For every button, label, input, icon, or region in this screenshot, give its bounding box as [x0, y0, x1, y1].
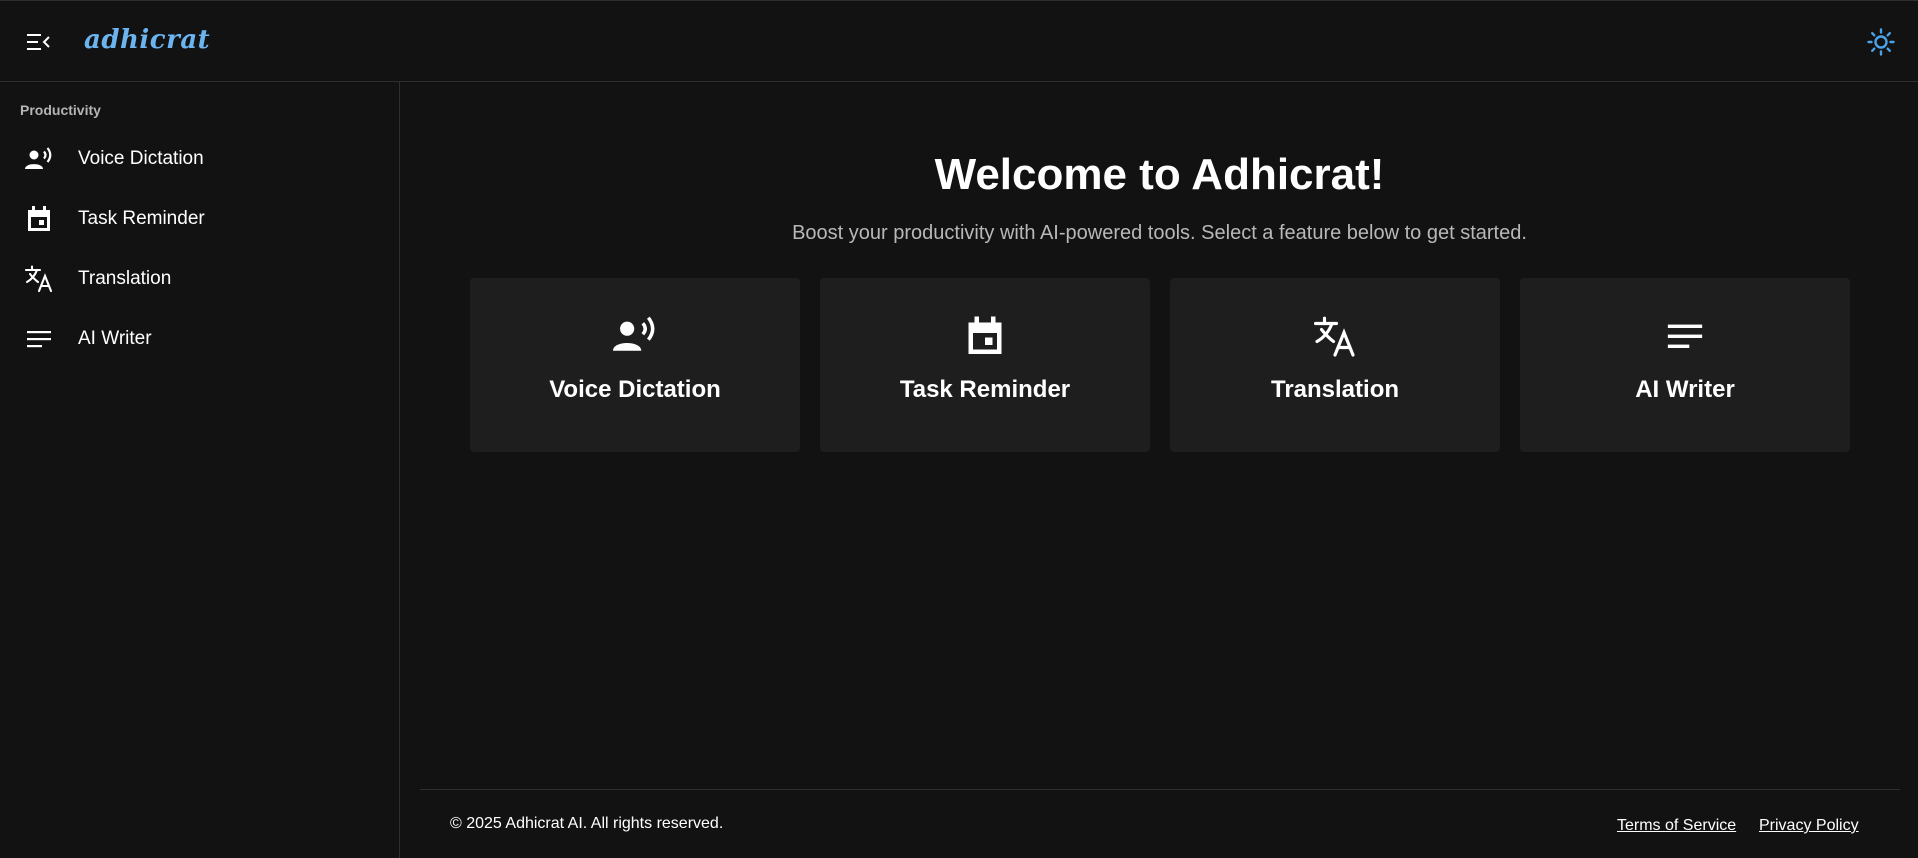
sidebar-item-ai-writer[interactable]: AI Writer [0, 309, 399, 369]
feature-card-ai-writer[interactable]: AI Writer [1520, 278, 1850, 452]
sidebar-item-voice-dictation[interactable]: Voice Dictation [0, 129, 399, 189]
main-content: Welcome to Adhicrat! Boost your producti… [401, 82, 1918, 858]
feature-card-task-reminder[interactable]: Task Reminder [820, 278, 1150, 452]
sidebar-item-label: Task Reminder [78, 208, 205, 229]
calendar-event-icon [820, 316, 1150, 360]
feature-card-label: Voice Dictation [549, 376, 721, 403]
feature-card-voice-dictation[interactable]: Voice Dictation [470, 278, 800, 452]
sidebar-item-task-reminder[interactable]: Task Reminder [0, 189, 399, 249]
top-app-bar: adhicrat [0, 0, 1918, 82]
record-voice-icon [470, 316, 800, 360]
sidebar-section-label: Productivity [20, 102, 101, 118]
feature-card-label: Translation [1270, 376, 1400, 403]
translate-icon [1170, 316, 1500, 360]
menu-collapse-icon[interactable] [22, 27, 56, 57]
sidebar-item-label: Voice Dictation [78, 148, 204, 169]
record-voice-icon [24, 144, 54, 174]
translate-icon [24, 264, 54, 294]
feature-card-label: Task Reminder [899, 376, 1071, 403]
privacy-policy-link[interactable]: Privacy Policy [1759, 817, 1859, 835]
footer-divider [420, 789, 1900, 790]
app-logo[interactable]: adhicrat [84, 25, 210, 55]
notes-icon [24, 324, 54, 354]
page-subtitle: Boost your productivity with AI-powered … [792, 222, 1527, 244]
sun-icon[interactable] [1864, 25, 1898, 59]
notes-icon [1520, 316, 1850, 360]
footer-copyright: © 2025 Adhicrat AI. All rights reserved. [450, 815, 724, 832]
terms-of-service-link[interactable]: Terms of Service [1617, 817, 1736, 835]
sidebar-item-label: AI Writer [78, 328, 152, 349]
calendar-event-icon [24, 204, 54, 234]
feature-card-translation[interactable]: Translation [1170, 278, 1500, 452]
sidebar-item-label: Translation [78, 268, 172, 289]
feature-card-label: AI Writer [1635, 376, 1735, 403]
sidebar: Productivity Voice Dictation Task Remind… [0, 82, 400, 858]
sidebar-item-translation[interactable]: Translation [0, 249, 399, 309]
page-title: Welcome to Adhicrat! [934, 150, 1385, 199]
